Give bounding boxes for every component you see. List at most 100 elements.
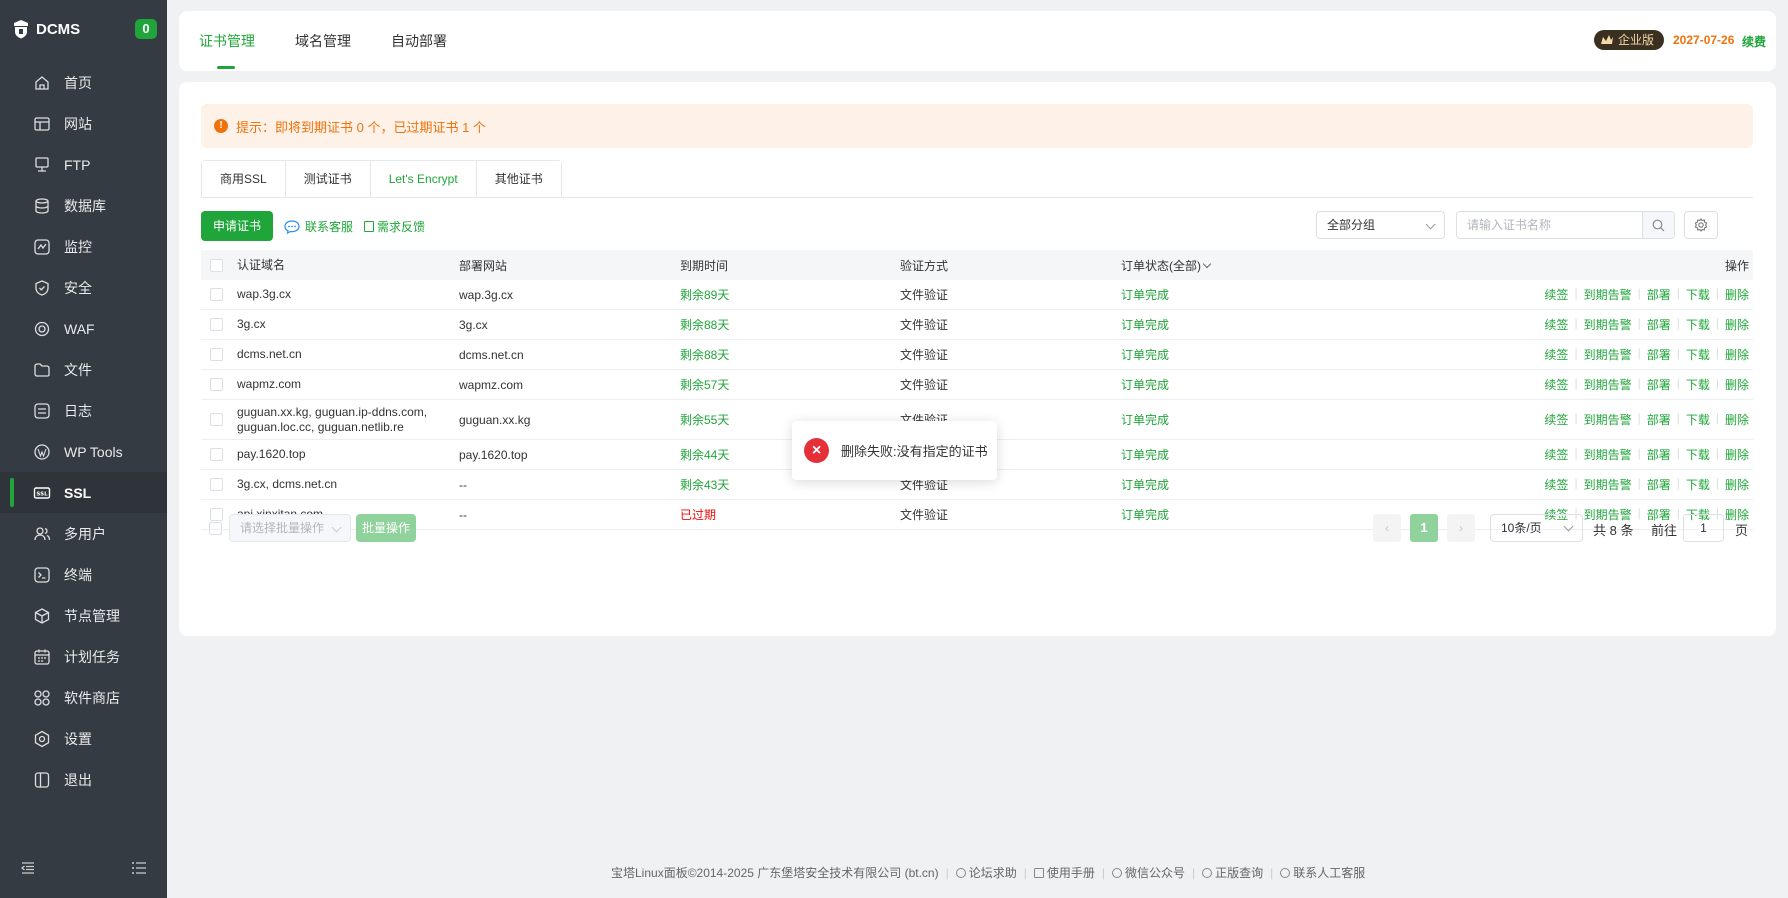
download-link[interactable]: 下载 (1686, 316, 1710, 333)
sidebar-item-node-management[interactable]: 节点管理 (0, 595, 167, 636)
message-badge[interactable]: 0 (135, 19, 157, 39)
delete-link[interactable]: 删除 (1725, 286, 1749, 303)
row-checkbox[interactable] (210, 448, 223, 461)
sidebar-item-home[interactable]: 首页 (0, 62, 167, 103)
bulk-action-select[interactable]: 请选择批量操作 (229, 514, 351, 542)
delete-link[interactable]: 删除 (1725, 376, 1749, 393)
contact-support-link[interactable]: 联系客服 (284, 218, 353, 235)
sidebar-item-monitor[interactable]: 监控 (0, 226, 167, 267)
sidebar-item-multi-user[interactable]: 多用户 (0, 513, 167, 554)
select-all-checkbox[interactable] (210, 258, 223, 272)
header-status-filter[interactable]: 订单状态(全部) (1121, 257, 1212, 274)
deploy-link[interactable]: 部署 (1647, 376, 1671, 393)
tab-lets-encrypt[interactable]: Let's Encrypt (370, 161, 477, 198)
enterprise-badge[interactable]: 企业版 (1594, 30, 1665, 50)
delete-link[interactable]: 删除 (1725, 316, 1749, 333)
apply-cert-button[interactable]: 申请证书 (201, 211, 274, 241)
row-checkbox[interactable] (210, 478, 223, 491)
bulk-select-checkbox[interactable] (209, 522, 222, 535)
sidebar-item-waf[interactable]: WAF (0, 308, 167, 349)
info-icon (1202, 867, 1213, 878)
download-link[interactable]: 下载 (1686, 446, 1710, 463)
genuine-check-link[interactable]: 正版查询 (1202, 864, 1263, 881)
tab-commercial-ssl[interactable]: 商用SSL (202, 161, 286, 198)
row-checkbox[interactable] (210, 413, 223, 426)
table-settings-button[interactable] (1684, 211, 1718, 239)
renew-link[interactable]: 续签 (1544, 411, 1568, 428)
sidebar-item-websites[interactable]: 网站 (0, 103, 167, 144)
tab-cert-management[interactable]: 证书管理 (199, 11, 255, 71)
page-size-select[interactable]: 10条/页 (1490, 514, 1583, 542)
collapse-sidebar-icon[interactable] (20, 860, 36, 876)
expiry-alert-link[interactable]: 到期告警 (1584, 286, 1632, 303)
row-checkbox[interactable] (210, 508, 223, 521)
group-select[interactable]: 全部分组 (1316, 211, 1445, 239)
prev-page-button[interactable]: ‹ (1373, 514, 1401, 542)
sidebar-item-logout[interactable]: 退出 (0, 759, 167, 800)
deploy-link[interactable]: 部署 (1647, 346, 1671, 363)
sidebar-item-settings[interactable]: 设置 (0, 718, 167, 759)
deploy-link[interactable]: 部署 (1647, 476, 1671, 493)
renew-link[interactable]: 续签 (1544, 476, 1568, 493)
renew-link[interactable]: 续签 (1544, 316, 1568, 333)
renew-link[interactable]: 续签 (1544, 376, 1568, 393)
download-link[interactable]: 下载 (1686, 376, 1710, 393)
total-count: 共 8 条 (1593, 523, 1634, 538)
tab-other-cert[interactable]: 其他证书 (476, 161, 561, 198)
delete-link[interactable]: 删除 (1725, 446, 1749, 463)
row-checkbox[interactable] (210, 318, 223, 331)
expiry-alert-link[interactable]: 到期告警 (1584, 316, 1632, 333)
renew-link[interactable]: 续签 (1544, 346, 1568, 363)
delete-link[interactable]: 删除 (1725, 476, 1749, 493)
sidebar-item-ftp[interactable]: FTP (0, 144, 167, 185)
menu-list-icon[interactable] (131, 860, 147, 876)
sidebar-item-cron-tasks[interactable]: 计划任务 (0, 636, 167, 677)
row-checkbox[interactable] (210, 348, 223, 361)
renew-link[interactable]: 续费 (1742, 33, 1766, 50)
sidebar-item-app-store[interactable]: 软件商店 (0, 677, 167, 718)
download-link[interactable]: 下载 (1686, 346, 1710, 363)
expiry-alert-link[interactable]: 到期告警 (1584, 376, 1632, 393)
bulk-action-button[interactable]: 批量操作 (356, 514, 416, 542)
expiry-alert-link[interactable]: 到期告警 (1584, 346, 1632, 363)
deploy-link[interactable]: 部署 (1647, 411, 1671, 428)
human-support-link[interactable]: 联系人工客服 (1280, 864, 1365, 881)
goto-page-input[interactable]: 1 (1683, 514, 1724, 542)
expiry-alert-link[interactable]: 到期告警 (1584, 411, 1632, 428)
logo[interactable]: DCMS (12, 18, 80, 40)
sidebar-item-database[interactable]: 数据库 (0, 185, 167, 226)
manual-link[interactable]: 使用手册 (1033, 864, 1095, 881)
sidebar-item-logs[interactable]: 日志 (0, 390, 167, 431)
tab-auto-deploy[interactable]: 自动部署 (391, 11, 447, 71)
log-icon (33, 402, 51, 420)
forum-link[interactable]: 论坛求助 (955, 864, 1017, 881)
sidebar-item-security[interactable]: 安全 (0, 267, 167, 308)
search-input[interactable] (1457, 212, 1642, 238)
delete-link[interactable]: 删除 (1725, 411, 1749, 428)
renew-link[interactable]: 续签 (1544, 446, 1568, 463)
feedback-link[interactable]: 需求反馈 (364, 218, 425, 235)
deploy-link[interactable]: 部署 (1647, 286, 1671, 303)
tab-test-cert[interactable]: 测试证书 (285, 161, 371, 198)
delete-link[interactable]: 删除 (1725, 346, 1749, 363)
expiry-alert-link[interactable]: 到期告警 (1584, 446, 1632, 463)
deploy-link[interactable]: 部署 (1647, 446, 1671, 463)
download-link[interactable]: 下载 (1686, 411, 1710, 428)
next-page-button[interactable]: › (1447, 514, 1475, 542)
search-button[interactable] (1642, 212, 1674, 238)
tab-domain-management[interactable]: 域名管理 (295, 11, 351, 71)
wechat-link[interactable]: 微信公众号 (1112, 864, 1185, 881)
row-checkbox[interactable] (210, 288, 223, 301)
expiry-alert-link[interactable]: 到期告警 (1584, 476, 1632, 493)
sidebar-item-files[interactable]: 文件 (0, 349, 167, 390)
header-actions: 操作 (1724, 258, 1749, 273)
sidebar-item-ssl[interactable]: SSL SSL (0, 472, 167, 513)
download-link[interactable]: 下载 (1686, 286, 1710, 303)
sidebar-item-terminal[interactable]: 终端 (0, 554, 167, 595)
row-checkbox[interactable] (210, 378, 223, 391)
deploy-link[interactable]: 部署 (1647, 316, 1671, 333)
download-link[interactable]: 下载 (1686, 476, 1710, 493)
current-page[interactable]: 1 (1410, 514, 1438, 542)
sidebar-item-wp-tools[interactable]: WP Tools (0, 431, 167, 472)
renew-link[interactable]: 续签 (1544, 286, 1568, 303)
